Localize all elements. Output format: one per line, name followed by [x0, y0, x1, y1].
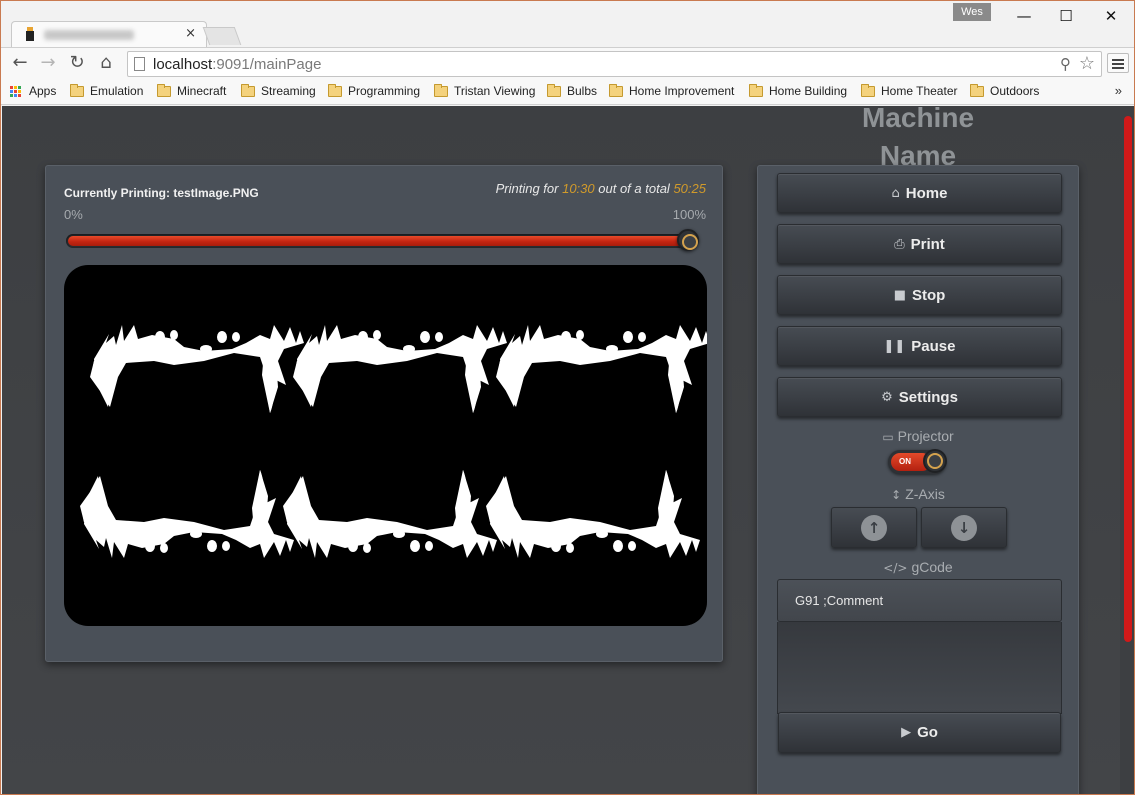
stop-icon: ■ — [893, 287, 906, 303]
close-icon[interactable]: ✕ — [1088, 5, 1134, 27]
print-time-label: Printing for 10:30 out of a total 50:25 — [495, 181, 706, 196]
code-icon: </> — [883, 561, 908, 575]
folder-icon — [157, 83, 171, 97]
bookmark-folder[interactable]: Outdoors — [970, 83, 1039, 98]
page-scrollbar[interactable] — [1120, 106, 1134, 794]
forward-arrow-icon[interactable]: → — [37, 52, 59, 74]
current-file-label: Currently Printing: testImage.PNG — [64, 186, 259, 200]
browser-toolbar: ← → ↻ ⌂ localhost:9091/mainPage ⚲ ☆ — [1, 47, 1134, 79]
print-progress-bar — [66, 229, 699, 251]
printer-icon: ⎙ — [894, 236, 905, 252]
gcode-output-area[interactable] — [777, 622, 1062, 714]
settings-button[interactable]: ⚙ Settings — [777, 377, 1062, 417]
address-bar[interactable]: localhost:9091/mainPage ⚲ ☆ — [127, 51, 1102, 77]
layer-preview-shapes — [80, 325, 707, 558]
home-icon: ⌂ — [891, 185, 900, 201]
apps-grid-icon — [10, 85, 21, 97]
bookmark-apps[interactable]: Apps — [10, 84, 56, 98]
bookmark-folder[interactable]: Home Improvement — [609, 83, 734, 98]
folder-icon — [861, 83, 875, 97]
z-axis-down-button[interactable]: ↓ — [921, 507, 1007, 548]
z-axis-up-button[interactable]: ↑ — [831, 507, 917, 548]
user-profile-badge[interactable]: Wes — [953, 3, 991, 21]
elapsed-time: 10:30 — [562, 181, 595, 196]
projector-toggle[interactable]: ON — [888, 449, 947, 474]
folder-icon — [547, 83, 561, 97]
browser-menu-icon[interactable] — [1107, 53, 1129, 73]
bookmark-folder[interactable]: Streaming — [241, 83, 316, 98]
folder-icon — [609, 83, 623, 97]
bookmarks-overflow-icon[interactable]: » — [1115, 83, 1122, 98]
bookmark-folder[interactable]: Emulation — [70, 83, 143, 98]
pause-icon: ❚❚ — [883, 338, 906, 354]
print-button[interactable]: ⎙ Print — [777, 224, 1062, 264]
folder-icon — [241, 83, 255, 97]
folder-icon — [70, 83, 84, 97]
app-page: Machine Name Currently Printing: testIma… — [2, 106, 1134, 794]
gears-icon: ⚙ — [881, 389, 893, 405]
folder-icon — [434, 83, 448, 97]
bookmark-folder[interactable]: Home Building — [749, 83, 847, 98]
progress-slider-handle[interactable] — [677, 229, 699, 251]
bookmark-folder[interactable]: Programming — [328, 83, 420, 98]
progress-start-label: 0% — [64, 207, 83, 222]
pause-button[interactable]: ❚❚ Pause — [777, 326, 1062, 366]
maximize-icon[interactable]: ☐ — [1043, 5, 1089, 27]
bookmark-folder[interactable]: Bulbs — [547, 83, 597, 98]
bookmark-folder[interactable]: Home Theater — [861, 83, 957, 98]
zoom-icon[interactable]: ⚲ — [1060, 55, 1071, 73]
bookmark-folder[interactable]: Minecraft — [157, 83, 226, 98]
tab-title — [44, 30, 134, 40]
progress-end-label: 100% — [672, 207, 706, 222]
tab-close-icon[interactable]: × — [185, 26, 196, 41]
home-button[interactable]: ⌂ Home — [777, 173, 1062, 213]
new-tab-button[interactable] — [202, 27, 242, 45]
go-button[interactable]: ▶ Go — [778, 712, 1061, 753]
bookmark-folder[interactable]: Tristan Viewing — [434, 83, 535, 98]
tab-favicon-icon — [26, 27, 34, 41]
toggle-knob — [923, 449, 947, 473]
title-bar: × Wes — ☐ ✕ — [1, 1, 1134, 47]
arrow-up-circle-icon: ↑ — [861, 514, 887, 541]
gcode-input[interactable]: G91 ;Comment — [777, 579, 1062, 622]
bookmarks-bar: Apps Emulation Minecraft Streaming Progr… — [1, 79, 1134, 105]
monitor-icon: ▭ — [882, 430, 894, 444]
reload-icon[interactable]: ↻ — [66, 52, 88, 74]
folder-icon — [749, 83, 763, 97]
print-status-panel: Currently Printing: testImage.PNG Printi… — [45, 165, 723, 662]
home-icon[interactable]: ⌂ — [95, 52, 117, 74]
progress-fill — [68, 236, 688, 246]
vertical-arrows-icon: ↕ — [891, 488, 902, 502]
minimize-icon[interactable]: — — [1001, 5, 1047, 27]
arrow-down-circle-icon: ↓ — [951, 514, 977, 541]
url-text: localhost:9091/mainPage — [153, 56, 322, 73]
bookmark-star-icon[interactable]: ☆ — [1079, 53, 1095, 74]
page-icon — [134, 57, 145, 71]
total-time: 50:25 — [673, 181, 706, 196]
gcode-label: </> gCode — [883, 559, 953, 575]
folder-icon — [328, 83, 342, 97]
folder-icon — [970, 83, 984, 97]
scrollbar-thumb[interactable] — [1124, 116, 1132, 642]
browser-window: × Wes — ☐ ✕ ← → ↻ ⌂ localhost:9091/mainP… — [0, 0, 1135, 795]
control-panel: ⌂ Home ⎙ Print ■ Stop ❚❚ Pause ⚙ Settings ▭ Pr… — [757, 165, 1079, 794]
stop-button[interactable]: ■ Stop — [777, 275, 1062, 315]
back-arrow-icon[interactable]: ← — [9, 52, 31, 74]
projector-label: ▭ Projector — [882, 428, 954, 444]
layer-preview-image — [64, 265, 707, 626]
z-axis-label: ↕ Z-Axis — [891, 486, 945, 502]
browser-tab[interactable]: × — [11, 21, 207, 47]
play-icon: ▶ — [901, 725, 912, 740]
